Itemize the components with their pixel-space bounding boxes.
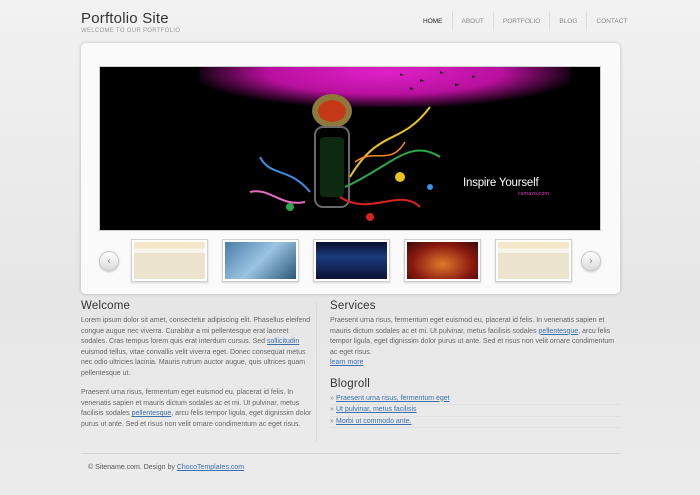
welcome-paragraph: Lorem ipsum dolor sit amet, consectetur … (81, 316, 313, 379)
chevron-left-icon: ‹ (107, 255, 111, 267)
designer-link[interactable]: ChocoTemplates.com (177, 464, 244, 471)
nav-item-contact[interactable]: CONTACT (586, 12, 636, 31)
list-item: Praesent urna risus, fermentum eget (330, 394, 620, 405)
hero-credit: csmazo.com (518, 191, 550, 197)
services-title: Services (330, 300, 376, 312)
blogroll-title: Blogroll (330, 377, 370, 390)
services-paragraph: Praesent urna risus, fermentum eget euis… (330, 316, 620, 369)
footer-divider (81, 453, 620, 454)
thumbnail[interactable] (131, 239, 208, 282)
nav-item-portfolio[interactable]: PORTFOLIO (492, 12, 549, 31)
welcome-text: euismod tellus, vitae convallis velit vi… (81, 348, 306, 377)
column-divider (316, 302, 317, 442)
nav-item-blog[interactable]: BLOG (549, 12, 586, 31)
hero-artwork (249, 71, 476, 221)
slider-next-button[interactable]: › (581, 251, 601, 271)
thumbnail[interactable] (495, 239, 572, 282)
footer: © Sitename.com. Design by ChocoTemplates… (88, 464, 244, 471)
blogroll-section: Blogroll Praesent urna risus, fermentum … (330, 377, 620, 428)
learn-more-link[interactable]: learn more (330, 359, 363, 366)
main-nav: HOME ABOUT PORTFOLIO BLOG CONTACT (414, 12, 636, 31)
thumbnail[interactable] (404, 239, 481, 282)
blogroll-link[interactable]: Ut pulvinar, metus facilisis (336, 406, 417, 413)
blogroll-link[interactable]: Praesent urna risus, fermentum eget (336, 395, 450, 402)
list-item: Ut pulvinar, metus facilisis (330, 405, 620, 417)
welcome-link[interactable]: sollicitudin (267, 338, 299, 345)
thumbnail-strip (131, 239, 572, 282)
copyright-text: © Sitename.com. Design by (88, 464, 177, 471)
featured-slider: Inspire Yourself csmazo.com ‹ › (81, 43, 620, 294)
hero-image[interactable]: Inspire Yourself csmazo.com (99, 66, 601, 231)
services-section: Services Praesent urna risus, fermentum … (330, 300, 620, 428)
services-link[interactable]: pellentesque (539, 328, 579, 335)
welcome-section: Welcome Lorem ipsum dolor sit amet, cons… (81, 300, 313, 439)
site-name: Porftolio Site (81, 10, 169, 27)
blogroll-list: Praesent urna risus, fermentum eget Ut p… (330, 394, 620, 428)
chevron-right-icon: › (589, 255, 593, 267)
nav-item-home[interactable]: HOME (414, 12, 452, 31)
slider-prev-button[interactable]: ‹ (99, 251, 119, 271)
list-item: Morbi ut commodo ante. (330, 417, 620, 428)
blogroll-link[interactable]: Morbi ut commodo ante. (336, 418, 411, 425)
site-logo[interactable]: Porftolio Site WELCOME TO OUR PORTFOLIO (81, 10, 180, 34)
thumbnail[interactable] (222, 239, 299, 282)
site-tagline: WELCOME TO OUR PORTFOLIO (81, 28, 181, 34)
welcome-title: Welcome (81, 300, 131, 312)
thumbnail[interactable] (313, 239, 390, 282)
hero-headline: Inspire Yourself (463, 177, 539, 189)
nav-item-about[interactable]: ABOUT (451, 12, 493, 31)
welcome-link[interactable]: pellentesque (132, 410, 172, 417)
welcome-paragraph: Praesent urna risus, fermentum eget euis… (81, 388, 313, 430)
